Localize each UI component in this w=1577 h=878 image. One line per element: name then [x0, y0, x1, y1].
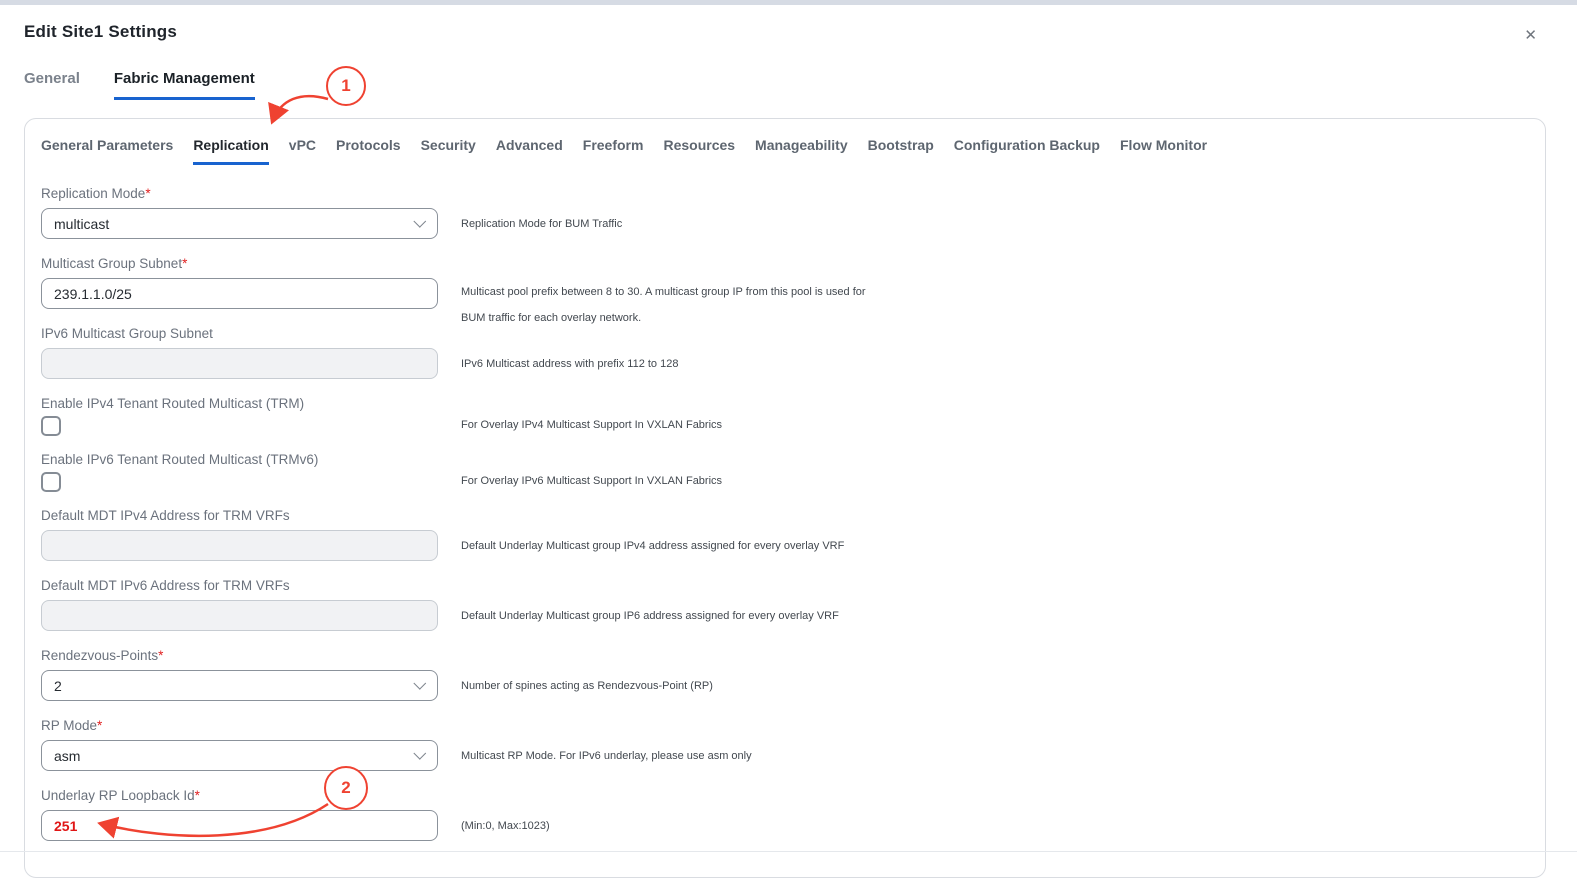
tab-fabric-management[interactable]: Fabric Management [114, 70, 255, 100]
underlay-rp-loopback-id-input[interactable] [41, 810, 438, 841]
help-text: For Overlay IPv4 Multicast Support In VX… [461, 419, 722, 431]
field-ipv6-multicast-group-subnet: IPv6 Multicast Group Subnet IPv6 Multica… [41, 325, 1041, 379]
subtab-replication[interactable]: Replication [193, 137, 268, 165]
help-text: Default Underlay Multicast group IP6 add… [461, 610, 839, 622]
field-label: Enable IPv6 Tenant Routed Multicast (TRM… [41, 451, 1041, 468]
subtab-bootstrap[interactable]: Bootstrap [868, 137, 934, 165]
subtab-security[interactable]: Security [421, 137, 476, 165]
field-underlay-rp-loopback-id: Underlay RP Loopback Id* (Min:0, Max:102… [41, 787, 1041, 841]
field-label: Default MDT IPv6 Address for TRM VRFs [41, 577, 1041, 594]
bottom-divider [0, 851, 1577, 852]
field-label: Default MDT IPv4 Address for TRM VRFs [41, 507, 1041, 524]
multicast-group-subnet-input[interactable] [41, 278, 438, 309]
page-title: Edit Site1 Settings [24, 22, 1553, 42]
field-enable-ipv4-trm: Enable IPv4 Tenant Routed Multicast (TRM… [41, 395, 1041, 436]
rp-mode-select[interactable]: asm [41, 740, 438, 771]
selected-value: 2 [54, 678, 62, 694]
ipv6-multicast-group-subnet-input [41, 348, 438, 379]
field-label: Enable IPv4 Tenant Routed Multicast (TRM… [41, 395, 1041, 412]
subtab-resources[interactable]: Resources [663, 137, 735, 165]
field-default-mdt-ipv4: Default MDT IPv4 Address for TRM VRFs De… [41, 507, 1041, 561]
close-icon[interactable]: ✕ [1522, 26, 1539, 45]
field-multicast-group-subnet: Multicast Group Subnet* Multicast pool p… [41, 255, 1041, 309]
subtab-flow-monitor[interactable]: Flow Monitor [1120, 137, 1207, 165]
subtab-manageability[interactable]: Manageability [755, 137, 848, 165]
modal-header: Edit Site1 Settings [24, 22, 1553, 42]
trm-ipv6-checkbox[interactable] [41, 472, 61, 492]
default-mdt-ipv6-input [41, 600, 438, 631]
field-default-mdt-ipv6: Default MDT IPv6 Address for TRM VRFs De… [41, 577, 1041, 631]
help-text: Multicast pool prefix between 8 to 30. A… [461, 279, 869, 331]
help-text: For Overlay IPv6 Multicast Support In VX… [461, 475, 722, 487]
fabric-management-panel: General Parameters Replication vPC Proto… [24, 118, 1546, 878]
default-mdt-ipv4-input [41, 530, 438, 561]
selected-value: asm [54, 748, 80, 764]
help-text: IPv6 Multicast address with prefix 112 t… [461, 358, 678, 370]
subtab-protocols[interactable]: Protocols [336, 137, 401, 165]
chevron-down-icon [413, 677, 426, 690]
field-replication-mode: Replication Mode* multicast Replication … [41, 185, 1041, 239]
tab-general[interactable]: General [24, 70, 80, 100]
annotation-circle-1: 1 [326, 66, 366, 106]
help-text: Default Underlay Multicast group IPv4 ad… [461, 540, 844, 552]
field-rendezvous-points: Rendezvous-Points* 2 Number of spines ac… [41, 647, 1041, 701]
field-label: RP Mode* [41, 717, 1041, 734]
selected-value: multicast [54, 216, 109, 232]
field-label: Replication Mode* [41, 185, 1041, 202]
field-enable-ipv6-trmv6: Enable IPv6 Tenant Routed Multicast (TRM… [41, 451, 1041, 492]
help-text: Multicast RP Mode. For IPv6 underlay, pl… [461, 750, 752, 762]
subtab-freeform[interactable]: Freeform [583, 137, 644, 165]
rendezvous-points-select[interactable]: 2 [41, 670, 438, 701]
help-text: Replication Mode for BUM Traffic [461, 218, 622, 230]
main-tabs: General Fabric Management [24, 70, 255, 100]
field-rp-mode: RP Mode* asm Multicast RP Mode. For IPv6… [41, 717, 1041, 771]
subtab-advanced[interactable]: Advanced [496, 137, 563, 165]
chevron-down-icon [413, 747, 426, 760]
help-text: Number of spines acting as Rendezvous-Po… [461, 680, 713, 692]
chevron-down-icon [413, 215, 426, 228]
field-label: Rendezvous-Points* [41, 647, 1041, 664]
subtab-general-parameters[interactable]: General Parameters [41, 137, 173, 165]
trm-ipv4-checkbox[interactable] [41, 416, 61, 436]
subtabs: General Parameters Replication vPC Proto… [41, 137, 1529, 165]
subtab-configuration-backup[interactable]: Configuration Backup [954, 137, 1100, 165]
field-label: Multicast Group Subnet* [41, 255, 1041, 272]
subtab-vpc[interactable]: vPC [289, 137, 316, 165]
window-top-strip [0, 0, 1577, 5]
annotation-arrow-1 [273, 96, 328, 120]
field-label: Underlay RP Loopback Id* [41, 787, 1041, 804]
help-text: (Min:0, Max:1023) [461, 820, 550, 832]
replication-mode-select[interactable]: multicast [41, 208, 438, 239]
annotation-circle-2: 2 [324, 766, 368, 810]
field-label: IPv6 Multicast Group Subnet [41, 325, 1041, 342]
